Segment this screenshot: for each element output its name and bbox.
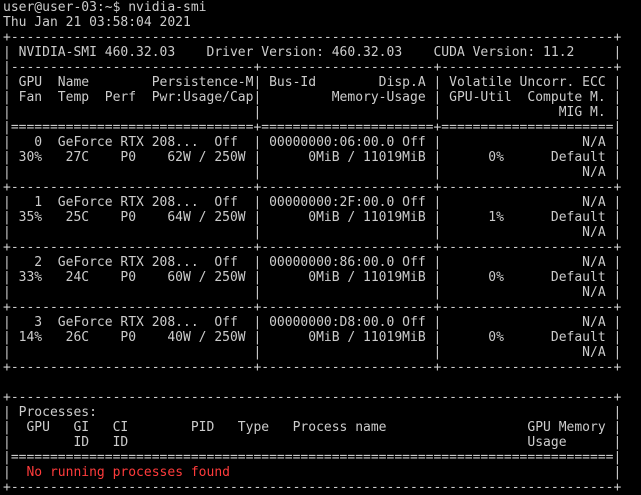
gpu-3-row: | 14% 26C P0 40W / 250W | 0MiB / 11019Mi… <box>3 330 622 345</box>
table-separator: |=======================================… <box>3 450 622 465</box>
no-processes-message: No running processes found <box>26 465 230 480</box>
table-border: |-------------------------------+-------… <box>3 60 622 75</box>
gpu-2-row: | 2 GeForce RTX 208... Off | 00000000:86… <box>3 255 622 270</box>
version-line: | NVIDIA-SMI 460.32.03 Driver Version: 4… <box>3 45 622 60</box>
gpu-2-row: | 33% 24C P0 60W / 250W | 0MiB / 11019Mi… <box>3 270 622 285</box>
gpu-1-row: | 1 GeForce RTX 208... Off | 00000000:2F… <box>3 195 622 210</box>
processes-header: | GPU GI CI PID Type Process name GPU Me… <box>3 420 622 435</box>
gpu-0-row: | 0 GeForce RTX 208... Off | 00000000:06… <box>3 135 622 150</box>
gpu-1-row: | 35% 25C P0 64W / 250W | 0MiB / 11019Mi… <box>3 210 622 225</box>
gpu-0-row: | 30% 27C P0 62W / 250W | 0MiB / 11019Mi… <box>3 150 622 165</box>
gpu-1-row: | | | N/A | <box>3 225 622 240</box>
table-border: +-------------------------------+-------… <box>3 180 622 195</box>
no-processes-line: | No running processes found | <box>3 465 622 480</box>
table-border: +-------------------------------+-------… <box>3 360 622 375</box>
table-border: +---------------------------------------… <box>3 390 622 405</box>
table-border: +---------------------------------------… <box>3 480 622 495</box>
gpu-2-row: | | | N/A | <box>3 285 622 300</box>
gpu-3-row: | | | N/A | <box>3 345 622 360</box>
gpu-3-row: | 3 GeForce RTX 208... Off | 00000000:D8… <box>3 315 622 330</box>
gpu-header-line: | Fan Temp Perf Pwr:Usage/Cap| Memory-Us… <box>3 90 622 105</box>
terminal-window[interactable]: user@user-03:~$ nvidia-smi Thu Jan 21 03… <box>0 0 641 495</box>
processes-header: | ID ID Usage | <box>3 435 622 450</box>
table-border: +---------------------------------------… <box>3 30 622 45</box>
gpu-header-line: | GPU Name Persistence-M| Bus-Id Disp.A … <box>3 75 622 90</box>
timestamp-line: Thu Jan 21 03:58:04 2021 <box>3 15 191 30</box>
prompt-line: user@user-03:~$ nvidia-smi <box>3 0 207 15</box>
processes-title: | Processes: | <box>3 405 622 420</box>
table-border: +-------------------------------+-------… <box>3 300 622 315</box>
gpu-0-row: | | | N/A | <box>3 165 622 180</box>
table-separator: |===============================+=======… <box>3 120 622 135</box>
gpu-header-line: | | | MIG M. | <box>3 105 622 120</box>
table-border: +-------------------------------+-------… <box>3 240 622 255</box>
